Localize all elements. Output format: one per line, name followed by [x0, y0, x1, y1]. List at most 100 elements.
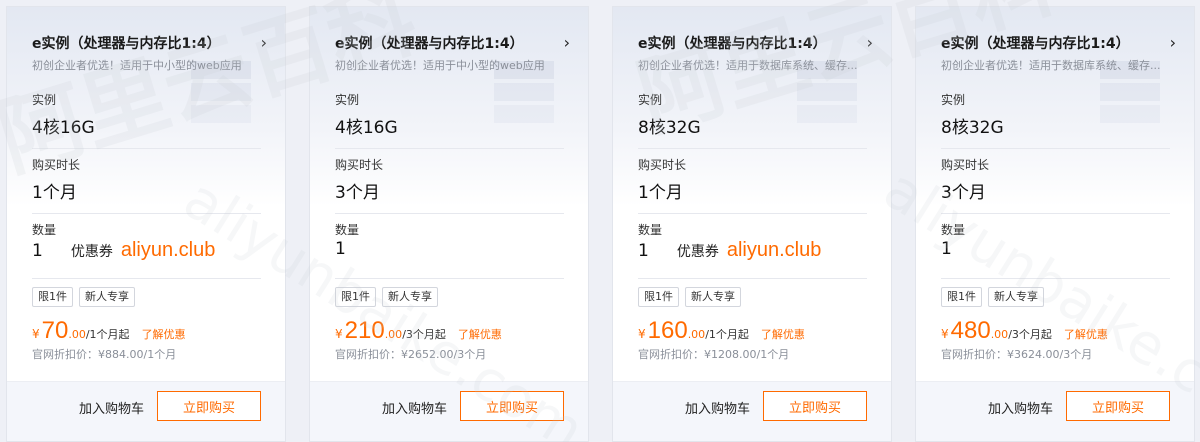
chevron-right-icon[interactable]: › — [1170, 35, 1176, 51]
buy-now-button[interactable]: 立即购买 — [1066, 391, 1170, 421]
divider — [335, 278, 564, 279]
price-decimal: .00 — [68, 328, 86, 341]
price-row: ¥ 160 .00 /1个月起 了解优惠 — [638, 317, 805, 345]
instance-value: 4核16G — [32, 118, 95, 138]
card-header[interactable]: e实例（处理器与内存比1:4） › — [32, 33, 267, 53]
quantity-label: 数量 — [638, 223, 663, 237]
currency-symbol: ¥ — [941, 327, 949, 341]
duration-value: 3个月 — [941, 183, 986, 203]
learn-discount-link[interactable]: 了解优惠 — [142, 326, 186, 342]
coupon-code: aliyun.club — [726, 239, 822, 261]
tag-limit: 限1件 — [32, 287, 73, 307]
instance-value: 8核32G — [941, 118, 1004, 138]
tag-list: 限1件 新人专享 — [32, 287, 135, 307]
quantity-value: 1 — [638, 241, 649, 261]
price-unit: /1个月起 — [705, 328, 749, 341]
price-unit: /3个月起 — [1008, 328, 1052, 341]
quantity-row: 1 优惠券 aliyun.club — [638, 239, 821, 262]
chevron-right-icon[interactable]: › — [261, 35, 267, 51]
tag-limit: 限1件 — [941, 287, 982, 307]
divider — [941, 278, 1170, 279]
card-header[interactable]: e实例（处理器与内存比1:4） › — [638, 33, 873, 53]
card-footer: 加入购物车 立即购买 — [310, 381, 588, 441]
divider — [638, 148, 867, 149]
learn-discount-link[interactable]: 了解优惠 — [761, 326, 805, 342]
tag-new-user: 新人专享 — [685, 287, 741, 307]
card-title: e实例（处理器与内存比1:4） — [335, 36, 524, 52]
buy-now-button[interactable]: 立即购买 — [763, 391, 867, 421]
coupon-code: aliyun.club — [120, 239, 216, 261]
add-to-cart-button[interactable]: 加入购物车 — [382, 398, 447, 417]
instance-label: 实例 — [32, 93, 57, 107]
price-decimal: .00 — [687, 328, 706, 341]
buy-now-button[interactable]: 立即购买 — [157, 391, 261, 421]
tag-limit: 限1件 — [335, 287, 376, 307]
divider — [32, 148, 261, 149]
divider — [32, 213, 261, 214]
divider — [335, 148, 564, 149]
price-decimal: .00 — [384, 328, 403, 341]
card-subtitle: 初创企业者优选！适用于中小型的web应用 — [32, 59, 242, 72]
price-row: ¥ 480 .00 /3个月起 了解优惠 — [941, 317, 1108, 345]
instance-label: 实例 — [941, 93, 966, 107]
product-card: e实例（处理器与内存比1:4） › 初创企业者优选！适用于中小型的web应用 实… — [309, 6, 589, 442]
buy-now-button[interactable]: 立即购买 — [460, 391, 564, 421]
price-row: ¥ 210 .00 /3个月起 了解优惠 — [335, 317, 502, 345]
quantity-value: 1 — [32, 241, 43, 261]
duration-value: 1个月 — [32, 183, 77, 203]
price-integer: 480 — [950, 317, 991, 344]
currency-symbol: ¥ — [335, 327, 343, 341]
original-price: 官网折扣价：¥884.00/1个月 — [32, 348, 177, 361]
card-footer: 加入购物车 立即购买 — [7, 381, 285, 441]
coupon-label: 优惠券 — [676, 244, 719, 260]
divider — [941, 148, 1170, 149]
duration-label: 购买时长 — [638, 158, 687, 172]
card-header[interactable]: e实例（处理器与内存比1:4） › — [941, 33, 1176, 53]
coupon-label: 优惠券 — [70, 244, 113, 260]
learn-discount-link[interactable]: 了解优惠 — [458, 326, 502, 342]
card-subtitle: 初创企业者优选！适用于数据库系统、缓存... — [638, 59, 858, 72]
divider — [32, 278, 261, 279]
tag-list: 限1件 新人专享 — [941, 287, 1044, 307]
original-price: 官网折扣价：¥2652.00/3个月 — [335, 348, 487, 361]
card-title: e实例（处理器与内存比1:4） — [638, 36, 827, 52]
quantity-value: 1 — [335, 239, 346, 259]
instance-value: 8核32G — [638, 118, 701, 138]
card-footer: 加入购物车 立即购买 — [916, 381, 1194, 441]
product-card: e实例（处理器与内存比1:4） › 初创企业者优选！适用于数据库系统、缓存...… — [915, 6, 1195, 442]
product-card: e实例（处理器与内存比1:4） › 初创企业者优选！适用于数据库系统、缓存...… — [612, 6, 892, 442]
tag-new-user: 新人专享 — [988, 287, 1044, 307]
product-card: e实例（处理器与内存比1:4） › 初创企业者优选！适用于中小型的web应用 实… — [6, 6, 286, 442]
tag-limit: 限1件 — [638, 287, 679, 307]
currency-symbol: ¥ — [638, 327, 646, 341]
chevron-right-icon[interactable]: › — [867, 35, 873, 51]
duration-value: 3个月 — [335, 183, 380, 203]
card-subtitle: 初创企业者优选！适用于中小型的web应用 — [335, 59, 545, 72]
learn-discount-link[interactable]: 了解优惠 — [1064, 326, 1108, 342]
card-footer: 加入购物车 立即购买 — [613, 381, 891, 441]
card-title: e实例（处理器与内存比1:4） — [941, 36, 1130, 52]
chevron-right-icon[interactable]: › — [564, 35, 570, 51]
original-price: 官网折扣价：¥3624.00/3个月 — [941, 348, 1093, 361]
add-to-cart-button[interactable]: 加入购物车 — [685, 398, 750, 417]
card-header[interactable]: e实例（处理器与内存比1:4） › — [335, 33, 570, 53]
price-unit: /1个月起 — [85, 328, 130, 341]
card-title: e实例（处理器与内存比1:4） — [32, 36, 221, 52]
quantity-row: 1 — [335, 239, 346, 259]
add-to-cart-button[interactable]: 加入购物车 — [79, 398, 144, 417]
quantity-label: 数量 — [335, 223, 360, 237]
divider — [335, 213, 564, 214]
tag-list: 限1件 新人专享 — [335, 287, 438, 307]
quantity-label: 数量 — [941, 223, 966, 237]
duration-label: 购买时长 — [32, 158, 81, 172]
duration-value: 1个月 — [638, 183, 683, 203]
add-to-cart-button[interactable]: 加入购物车 — [988, 398, 1053, 417]
quantity-label: 数量 — [32, 223, 57, 237]
tag-list: 限1件 新人专享 — [638, 287, 741, 307]
quantity-value: 1 — [941, 239, 952, 259]
tag-new-user: 新人专享 — [382, 287, 438, 307]
original-price: 官网折扣价：¥1208.00/1个月 — [638, 348, 790, 361]
price-integer: 210 — [344, 317, 385, 344]
instance-value: 4核16G — [335, 118, 398, 138]
divider — [638, 213, 867, 214]
